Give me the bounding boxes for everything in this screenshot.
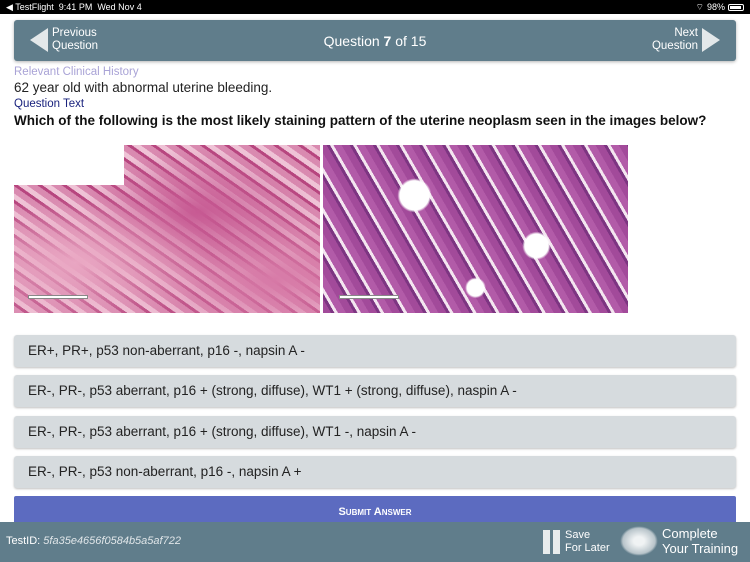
complete-label-1: Complete bbox=[662, 526, 718, 541]
complete-label-2: Your Training bbox=[662, 541, 739, 556]
question-text-label: Question Text bbox=[14, 98, 85, 110]
arrow-right-icon bbox=[702, 28, 720, 52]
question-counter: Question 7 of 15 bbox=[323, 33, 427, 49]
save-label-2: For Later bbox=[565, 542, 610, 554]
date: Wed Nov 4 bbox=[97, 1, 142, 12]
battery-icon bbox=[728, 3, 744, 11]
save-label-1: Save bbox=[565, 529, 591, 541]
save-for-later-button[interactable]: Save For Later bbox=[543, 529, 610, 555]
scale-bar bbox=[28, 295, 88, 299]
pause-icon bbox=[543, 530, 560, 554]
clinical-history-text: 62 year old with abnormal uterine bleedi… bbox=[14, 80, 273, 95]
test-id: TestID: 5fa35e4656f0584b5a5af722 bbox=[6, 535, 181, 547]
question-text: Which of the following is the most likel… bbox=[14, 113, 707, 128]
scale-bar bbox=[339, 295, 399, 299]
answer-option[interactable]: ER-, PR-, p53 non-aberrant, p16 -, napsi… bbox=[14, 456, 736, 488]
yoda-icon bbox=[620, 526, 658, 556]
question-nav: Previous Question Question 7 of 15 Next Qu… bbox=[14, 20, 736, 61]
time: 9:41 PM bbox=[58, 1, 93, 12]
next-question-button[interactable]: Next Question bbox=[652, 27, 720, 53]
wifi-icon: ⌔ bbox=[695, 1, 704, 12]
complete-training-button[interactable]: Complete Your Training bbox=[620, 526, 738, 556]
answer-option[interactable]: ER-, PR-, p53 aberrant, p16 + (strong, d… bbox=[14, 375, 736, 407]
histology-image-high-power[interactable] bbox=[323, 145, 628, 313]
histology-image-low-power[interactable] bbox=[14, 145, 320, 313]
answer-option[interactable]: ER-, PR-, p53 aberrant, p16 + (strong, d… bbox=[14, 416, 736, 448]
next-label-2: Question bbox=[651, 40, 698, 52]
submit-answer-button[interactable]: Submit Answer bbox=[14, 496, 736, 524]
footer-bar: TestID: 5fa35e4656f0584b5a5af722 Save For… bbox=[0, 522, 750, 562]
next-label-1: Next bbox=[674, 27, 698, 39]
status-bar: ◀ TestFlight 9:41 PM Wed Nov 4 ⌔ 98% bbox=[0, 0, 750, 14]
answer-option[interactable]: ER+, PR+, p53 non-aberrant, p16 -, napsi… bbox=[14, 335, 736, 367]
back-to-app[interactable]: ◀ TestFlight bbox=[6, 2, 54, 12]
battery-percent: 98% bbox=[706, 2, 725, 12]
clinical-history-label: Relevant Clinical History bbox=[14, 66, 139, 78]
